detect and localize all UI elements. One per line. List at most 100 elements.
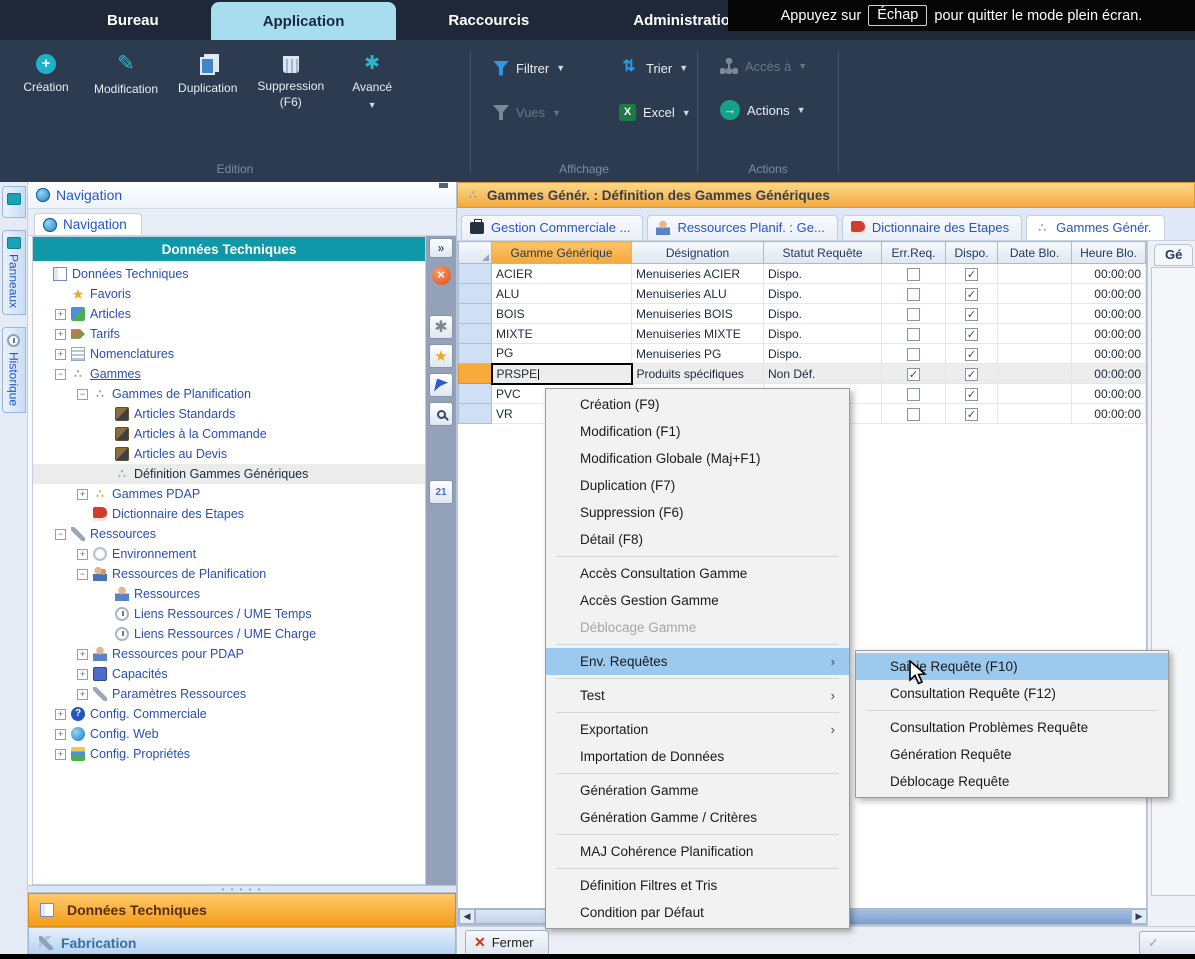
row-selector[interactable] [459,324,492,344]
menu-item-maj-coherence[interactable]: MAJ Cohérence Planification [546,838,849,865]
collapse-panel-button[interactable]: » [429,238,453,258]
goto-button[interactable] [429,373,453,397]
tab-gestion-commerciale[interactable]: Gestion Commerciale ... [461,215,643,240]
menu-item-detail[interactable]: Détail (F8) [546,526,849,553]
menu-item-generation-gamme[interactable]: Génération Gamme [546,777,849,804]
tree-item[interactable]: Gammes [33,364,425,384]
checkbox[interactable] [907,408,920,421]
checkbox[interactable]: ✓ [965,268,978,281]
suppression-button[interactable]: Suppression (F6) [249,50,332,114]
dock-tab-historique[interactable]: Historique [2,327,26,413]
tree-item[interactable]: Favoris [33,284,425,304]
expander-icon[interactable] [55,709,66,720]
tree-item[interactable]: Nomenclatures [33,344,425,364]
checkbox[interactable] [907,328,920,341]
expander-icon[interactable] [55,309,66,320]
expander-icon[interactable] [77,649,88,660]
avance-button[interactable]: Avancé ▼ [336,50,408,114]
menu-item-acces-consultation[interactable]: Accès Consultation Gamme [546,560,849,587]
tree-item[interactable]: Articles [33,304,425,324]
options-button[interactable] [429,315,453,339]
tree-item[interactable]: Ressources pour PDAP [33,644,425,664]
column-header[interactable]: Dispo. [946,242,998,264]
expander-icon[interactable] [77,389,88,400]
menu-item-definition-filtres[interactable]: Définition Filtres et Tris [546,872,849,899]
checkbox[interactable]: ✓ [965,308,978,321]
menu-item-condition-defaut[interactable]: Condition par Défaut [546,899,849,926]
expander-icon[interactable] [77,549,88,560]
menu-item-deblocage-gamme[interactable]: Déblocage Gamme [546,614,849,641]
creation-button[interactable]: Création [10,50,82,114]
expander-icon[interactable] [55,369,66,380]
tab-application[interactable]: Application [211,2,397,40]
focused-cell[interactable]: PRSPE [492,364,632,384]
acces-a-button[interactable]: Accès à ▼ [720,58,812,74]
tree-item[interactable]: Liens Ressources / UME Temps [33,604,425,624]
tab-raccourcis[interactable]: Raccourcis [396,0,581,40]
checkbox[interactable]: ✓ [965,288,978,301]
menu-item-suppression[interactable]: Suppression (F6) [546,499,849,526]
pin-button[interactable] [442,187,448,203]
row-selector[interactable] [459,304,492,324]
tree-item[interactable]: Ressources [33,584,425,604]
tree-item[interactable]: Gammes PDAP [33,484,425,504]
menu-item-env-requetes[interactable]: Env. Requêtes› [546,648,849,675]
row-selector[interactable] [459,264,492,284]
favorites-button[interactable] [429,344,453,368]
menu-item-importation[interactable]: Importation de Données [546,743,849,770]
row-selector[interactable] [459,404,492,424]
checkbox[interactable]: ✓ [965,388,978,401]
duplication-button[interactable]: Duplication [170,50,245,114]
tree-item[interactable]: Dictionnaire des Etapes [33,504,425,524]
row-selector[interactable] [459,364,492,384]
expander-icon[interactable] [77,489,88,500]
menu-item-consultation-requete[interactable]: Consultation Requête (F12) [856,680,1168,707]
tab-navigation[interactable]: Navigation [34,213,142,235]
search-button[interactable] [429,402,453,426]
checkbox[interactable]: ✓ [965,408,978,421]
tab-dictionnaire-etapes[interactable]: Dictionnaire des Etapes [842,215,1022,240]
scrollbar-track[interactable] [835,909,1131,924]
menu-item-exportation[interactable]: Exportation› [546,716,849,743]
column-header[interactable]: Heure Blo. [1072,242,1146,264]
expander-icon[interactable] [77,689,88,700]
menu-item-generation-requete[interactable]: Génération Requête [856,741,1168,768]
checkbox[interactable] [907,268,920,281]
menu-item-deblocage-requete[interactable]: Déblocage Requête [856,768,1168,795]
menu-item-consultation-problemes[interactable]: Consultation Problèmes Requête [856,714,1168,741]
row-selector[interactable] [459,284,492,304]
expander-icon[interactable] [55,329,66,340]
expander-icon[interactable] [77,669,88,680]
tree-item[interactable]: Articles Standards [33,404,425,424]
tree-item[interactable]: Config. Commerciale [33,704,425,724]
menu-item-generation-gamme-criteres[interactable]: Génération Gamme / Critères [546,804,849,831]
tree-item[interactable]: Articles à la Commande [33,424,425,444]
column-header[interactable]: Désignation [632,242,764,264]
menu-item-test[interactable]: Test› [546,682,849,709]
menu-item-modification-globale[interactable]: Modification Globale (Maj+F1) [546,445,849,472]
scroll-right-arrow[interactable]: ▶ [1131,909,1147,924]
table-row[interactable]: MIXTE Menuiseries MIXTE Dispo. ✓ 00:00:0… [459,324,1146,344]
fermer-button[interactable]: ✕ Fermer [465,930,549,956]
expander-icon[interactable] [55,729,66,740]
validate-button-partial[interactable]: ✓ [1139,931,1195,955]
tree-item[interactable]: Paramètres Ressources [33,684,425,704]
actions-button[interactable]: Actions ▼ [720,100,812,120]
expander-icon[interactable] [55,749,66,760]
table-row[interactable]: BOIS Menuiseries BOIS Dispo. ✓ 00:00:00 [459,304,1146,324]
tree-item[interactable]: Tarifs [33,324,425,344]
menu-item-duplication[interactable]: Duplication (F7) [546,472,849,499]
modification-button[interactable]: Modification [86,50,166,114]
checkbox[interactable]: ✓ [965,368,978,381]
vues-button[interactable]: Vues ▼ [493,104,585,121]
menu-item-creation[interactable]: Création (F9) [546,391,849,418]
side-panel-tab[interactable]: Gé [1154,244,1193,266]
select-all-header[interactable] [459,242,492,264]
dock-tab-icon[interactable] [2,186,26,218]
checkbox[interactable] [907,308,920,321]
sidebar-item-donnees-techniques[interactable]: Données Techniques [28,893,456,927]
panel-splitter[interactable]: • • • • • [28,885,456,893]
tree-item[interactable]: Ressources de Planification [33,564,425,584]
table-row-current[interactable]: PRSPE Produits spécifiques Non Déf. ✓ ✓ … [459,364,1146,384]
dock-tab-panneaux[interactable]: Panneaux [2,230,26,315]
